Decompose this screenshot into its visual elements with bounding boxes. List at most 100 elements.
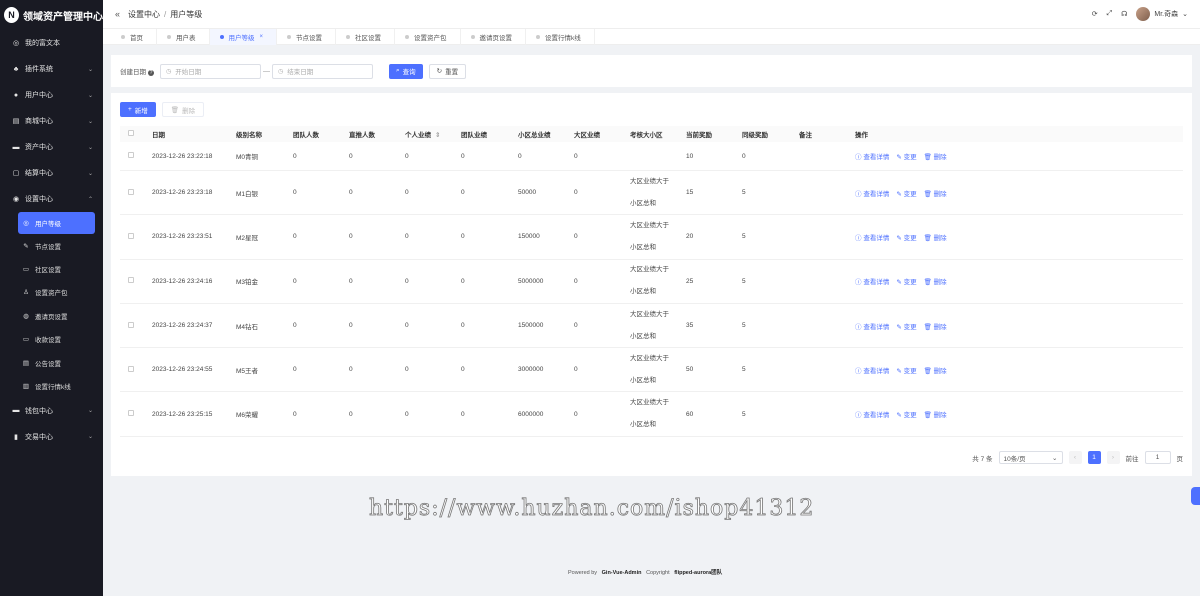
- cell-same: 5: [742, 277, 746, 285]
- tab-label: 设置资产包: [414, 34, 447, 42]
- cell-same: 5: [742, 189, 746, 197]
- delete-button[interactable]: 🗑 删除: [924, 232, 947, 242]
- help-icon[interactable]: ?: [148, 70, 154, 76]
- view-detail-button[interactable]: ⓘ 查看详情: [855, 276, 889, 286]
- sort-icon[interactable]: ⇕: [435, 132, 440, 139]
- cell-reward: 10: [686, 152, 694, 160]
- prev-page-button[interactable]: ‹: [1068, 451, 1082, 464]
- cell-kaohe: 大区业绩大于 小区总和: [630, 215, 686, 259]
- edit-button[interactable]: ✎ 变更: [896, 409, 916, 419]
- sidebar-item-label: 结算中心: [25, 170, 53, 177]
- tab-5[interactable]: 设置资产包: [395, 28, 461, 45]
- view-detail-button[interactable]: ⓘ 查看详情: [855, 321, 889, 331]
- row-actions: ⓘ 查看详情 ✎ 变更 🗑 删除: [855, 365, 1185, 375]
- refresh-icon[interactable]: ⟳: [1092, 10, 1098, 18]
- tab-label: 首页: [130, 34, 143, 42]
- edit-button[interactable]: ✎ 变更: [896, 232, 916, 242]
- user-menu[interactable]: Mr.奇森 ⌄: [1136, 7, 1188, 21]
- view-detail-button[interactable]: ⓘ 查看详情: [855, 151, 889, 161]
- sidebar-item-wallet[interactable]: ▬ 钱包中心 ⌄: [0, 398, 103, 424]
- sidebar-subitem-payment[interactable]: ▭ 收款设置: [0, 328, 103, 351]
- view-detail-button[interactable]: ⓘ 查看详情: [855, 232, 889, 242]
- page-size-select[interactable]: 10条/页 ⌄: [998, 451, 1063, 464]
- row-checkbox[interactable]: [128, 321, 134, 328]
- close-icon[interactable]: ×: [260, 34, 264, 40]
- tab-7[interactable]: 设置行情k线: [526, 28, 595, 45]
- cell-name: M2星冠: [236, 234, 259, 242]
- delete-button[interactable]: 🗑 删除: [924, 276, 947, 286]
- footer-link-team[interactable]: flipped-aurora团队: [674, 570, 722, 576]
- edit-button[interactable]: ✎ 变更: [896, 365, 916, 375]
- add-button[interactable]: + 新增: [120, 102, 156, 117]
- sidebar-item-settings[interactable]: ◉ 设置中心 ⌃: [0, 186, 103, 212]
- breadcrumb-item-settings[interactable]: 设置中心: [128, 10, 160, 19]
- tab-3[interactable]: 节点设置: [277, 28, 337, 45]
- tab-dot: [405, 34, 410, 39]
- row-checkbox[interactable]: [128, 152, 134, 158]
- table-row: 2023-12-26 23:24:16 M3铂金 0 0 0 0 5000000 0 大区业绩大…: [120, 260, 1183, 304]
- floating-settings-button[interactable]: [1191, 487, 1200, 505]
- tab-2[interactable]: 用户等级 ×: [209, 28, 278, 45]
- edit-button[interactable]: ✎ 变更: [896, 188, 916, 198]
- fullscreen-icon[interactable]: ⤢: [1107, 10, 1113, 18]
- sidebar-item-shop[interactable]: ▤ 商城中心 ⌄: [0, 108, 103, 134]
- cell-personal: 0: [405, 152, 409, 160]
- select-all-checkbox[interactable]: [128, 130, 134, 136]
- row-checkbox[interactable]: [128, 188, 134, 195]
- tab-6[interactable]: 邀请页设置: [461, 28, 527, 45]
- column-header-sortable[interactable]: 个人业绩 ⇕: [405, 129, 461, 139]
- sidebar-subitem-community[interactable]: ▭ 社区设置: [0, 257, 103, 280]
- edit-button[interactable]: ✎ 变更: [896, 276, 916, 286]
- trash-icon: 🗑: [923, 279, 934, 287]
- tab-0[interactable]: 首页: [111, 28, 157, 45]
- sidebar-subitem-asset-pack[interactable]: ♙ 设置资产包: [0, 281, 103, 304]
- delete-button[interactable]: 🗑 删除: [924, 321, 947, 331]
- cell-reward: 50: [686, 366, 694, 374]
- edit-button[interactable]: ✎ 变更: [896, 321, 916, 331]
- sidebar-item-label: 设置资产包: [35, 290, 68, 298]
- view-detail-button[interactable]: ⓘ 查看详情: [855, 188, 889, 198]
- query-button[interactable]: ⌕ 查询: [389, 63, 423, 79]
- delete-button[interactable]: 🗑 删除: [924, 151, 947, 161]
- sidebar-item-plugin[interactable]: ♣ 插件系统 ⌄: [0, 56, 103, 82]
- headset-icon[interactable]: ☊: [1121, 10, 1127, 18]
- goto-page-input[interactable]: 1: [1144, 451, 1171, 464]
- view-detail-button[interactable]: ⓘ 查看详情: [855, 365, 889, 375]
- reset-button[interactable]: ↻ 重置: [428, 63, 467, 79]
- row-checkbox[interactable]: [128, 365, 134, 372]
- end-date-input[interactable]: ◷ 结束日期: [272, 63, 373, 79]
- delete-button[interactable]: 🗑 删除: [924, 365, 947, 375]
- delete-button[interactable]: 🗑 删除: [924, 188, 947, 198]
- tab-1[interactable]: 用户表: [157, 28, 210, 45]
- logo[interactable]: N 领域资产管理中心: [0, 0, 103, 30]
- edit-button[interactable]: ✎ 变更: [896, 151, 916, 161]
- footer-link-gva[interactable]: Gin-Vue-Admin: [602, 570, 642, 576]
- delete-button[interactable]: 🗑 删除: [924, 409, 947, 419]
- cell-name: M1白银: [236, 190, 259, 198]
- next-page-button[interactable]: ›: [1106, 451, 1120, 464]
- column-header: 直推人数: [349, 132, 375, 139]
- cell-small_total: 0: [518, 152, 522, 160]
- start-date-input[interactable]: ◷ 开始日期: [160, 63, 261, 79]
- sidebar-subitem-node[interactable]: ✎ 节点设置: [0, 234, 103, 257]
- sidebar-subitem-notice[interactable]: ▤ 公告设置: [0, 351, 103, 374]
- sidebar-subitem-kline[interactable]: ▥ 设置行情k线: [0, 374, 103, 397]
- sidebar-subitem-user-level[interactable]: ◎ 用户等级: [18, 212, 95, 234]
- row-checkbox[interactable]: [128, 277, 134, 284]
- sidebar-item-user[interactable]: ● 用户中心 ⌄: [0, 82, 103, 108]
- tab-4[interactable]: 社区设置: [336, 28, 396, 45]
- row-checkbox[interactable]: [128, 410, 134, 417]
- page-number-1[interactable]: 1: [1087, 451, 1101, 464]
- collapse-menu-icon[interactable]: «: [115, 9, 120, 19]
- row-checkbox[interactable]: [128, 232, 134, 239]
- sidebar-subitem-invite[interactable]: ◍ 邀请页设置: [0, 304, 103, 327]
- row-select-cell: [120, 188, 152, 197]
- sidebar-item-asset[interactable]: ▬ 资产中心 ⌄: [0, 134, 103, 160]
- range-separator: —: [263, 67, 270, 75]
- view-detail-button[interactable]: ⓘ 查看详情: [855, 409, 889, 419]
- sidebar-item-rich-text[interactable]: ◎ 我的富文本: [0, 30, 103, 56]
- sidebar-item-settle[interactable]: ▢ 结算中心 ⌄: [0, 160, 103, 186]
- batch-delete-button[interactable]: 🗑 删除: [161, 102, 205, 117]
- invite-icon: ◍: [23, 312, 29, 320]
- sidebar-item-trade[interactable]: ▮ 交易中心 ⌄: [0, 424, 103, 450]
